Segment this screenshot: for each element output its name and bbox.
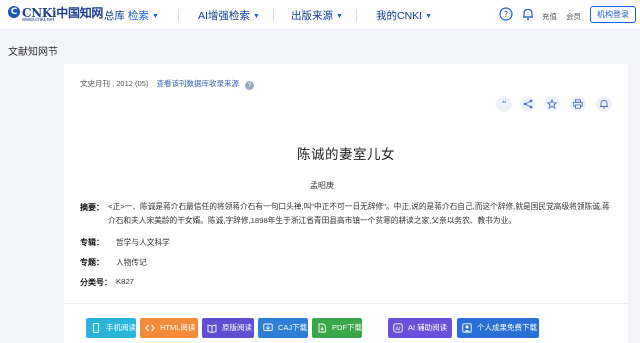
field-label-classification: 分类号： — [80, 278, 112, 287]
chevron-down-icon: ▼ — [336, 13, 343, 20]
nav-item-label: 总库 — [104, 10, 125, 22]
button-label: 个人成果免费下载 — [477, 323, 537, 332]
field-value-topic: 人物传记 — [116, 258, 147, 267]
source-text[interactable]: 文史月刊 , 2012 (05) — [80, 79, 148, 88]
nav-item-ai-search[interactable]: AI增强检索 ▼ — [198, 8, 260, 23]
member-link[interactable]: 会员 — [566, 11, 581, 22]
ai-icon: AI — [393, 323, 403, 333]
article-card: 文史月刊 , 2012 (05) 查看该刊数据库收录来源 ? “ 陈诚的妻室儿女… — [64, 64, 628, 343]
nav-divider — [356, 9, 357, 21]
ai-assisted-read-button[interactable]: AI AI 辅助阅读 — [388, 318, 452, 338]
help-icon[interactable]: ? — [499, 7, 513, 21]
button-label: AI 辅助阅读 — [408, 323, 448, 332]
person-icon — [462, 323, 472, 333]
caj-download-button[interactable]: CAJ下载 — [258, 318, 308, 338]
nav-divider — [273, 9, 274, 21]
nav-item-publication-source[interactable]: 出版来源 ▼ — [291, 8, 343, 23]
button-label: HTML阅读 — [160, 323, 196, 332]
original-read-button[interactable]: 原版阅读 — [202, 318, 254, 338]
section-divider — [64, 303, 628, 304]
nav-item-label: 出版来源 — [291, 10, 333, 22]
quote-icon[interactable]: “ — [496, 96, 512, 112]
code-icon — [145, 324, 155, 332]
nav-item-label: AI增强检索 — [198, 10, 250, 22]
nav-divider — [178, 9, 179, 21]
article-title: 陈诚的妻室儿女 — [297, 147, 395, 162]
personal-free-download-button[interactable]: 个人成果免费下载 — [457, 318, 539, 338]
logo-mark-icon: C — [8, 6, 20, 18]
article-source: 文史月刊 , 2012 (05) 查看该刊数据库收录来源 ? — [80, 78, 255, 90]
field-label-topic: 专题： — [80, 258, 104, 267]
cnki-logo[interactable]: C CNKi中国知网 www.cnki.net — [8, 4, 103, 26]
share-icon[interactable] — [520, 96, 536, 112]
field-value-classification: K827 — [116, 277, 134, 286]
pdf-icon — [318, 323, 326, 333]
help-icon[interactable]: ? — [245, 81, 255, 90]
nav-item-label: 我的CNKI — [376, 10, 423, 22]
field-value-album: 哲学与人文科学 — [116, 238, 170, 247]
mobile-read-button[interactable]: 手机阅读 — [86, 318, 136, 338]
chevron-down-icon: ▼ — [151, 13, 159, 20]
nav-item-sub-label: 检索 — [127, 10, 149, 22]
svg-text:?: ? — [504, 10, 508, 19]
article-author[interactable]: 孟昭庚 — [64, 180, 580, 191]
download-icon — [263, 323, 273, 331]
svg-text:“: “ — [501, 100, 506, 109]
field-label-album: 专辑： — [80, 238, 104, 247]
bell-icon[interactable] — [521, 7, 535, 21]
button-label: PDF下载 — [332, 323, 362, 332]
book-icon — [207, 324, 217, 333]
institution-login-button[interactable]: 机构登录 — [590, 6, 636, 23]
button-label: 原版阅读 — [222, 323, 252, 332]
abstract-label: 摘要： — [80, 203, 104, 212]
page-section-title: 文献知网节 — [8, 47, 58, 58]
chevron-down-icon: ▼ — [425, 13, 433, 20]
svg-text:AI: AI — [396, 326, 401, 332]
recharge-link[interactable]: 充值 — [542, 11, 557, 22]
star-icon[interactable] — [544, 96, 560, 112]
button-label: 手机阅读 — [106, 323, 136, 332]
nav-item-search[interactable]: 总库 检索 ▼ — [104, 8, 159, 23]
print-icon[interactable] — [570, 96, 586, 112]
notify-icon[interactable] — [596, 96, 612, 112]
journal-indexing-link[interactable]: 查看该刊数据库收录来源 — [156, 79, 239, 88]
breadcrumb: 文献知网节 — [0, 31, 640, 64]
chevron-down-icon: ▼ — [252, 13, 260, 20]
button-label: CAJ下载 — [278, 323, 308, 332]
top-navigation: C CNKi中国知网 www.cnki.net 总库 检索 ▼ AI增强检索 ▼ 出… — [0, 0, 640, 30]
mobile-icon — [93, 323, 99, 333]
abstract-text: <正>一、陈诚是蒋介石最信任的将领蒋介石有一句口头禅,叫"中正不可一日无辞修"。… — [108, 202, 610, 225]
logo-url: www.cnki.net — [22, 17, 55, 23]
pdf-download-button[interactable]: PDF下载 — [312, 318, 362, 338]
nav-item-my-cnki[interactable]: 我的CNKI ▼ — [376, 8, 432, 23]
html-read-button[interactable]: HTML阅读 — [140, 318, 198, 338]
